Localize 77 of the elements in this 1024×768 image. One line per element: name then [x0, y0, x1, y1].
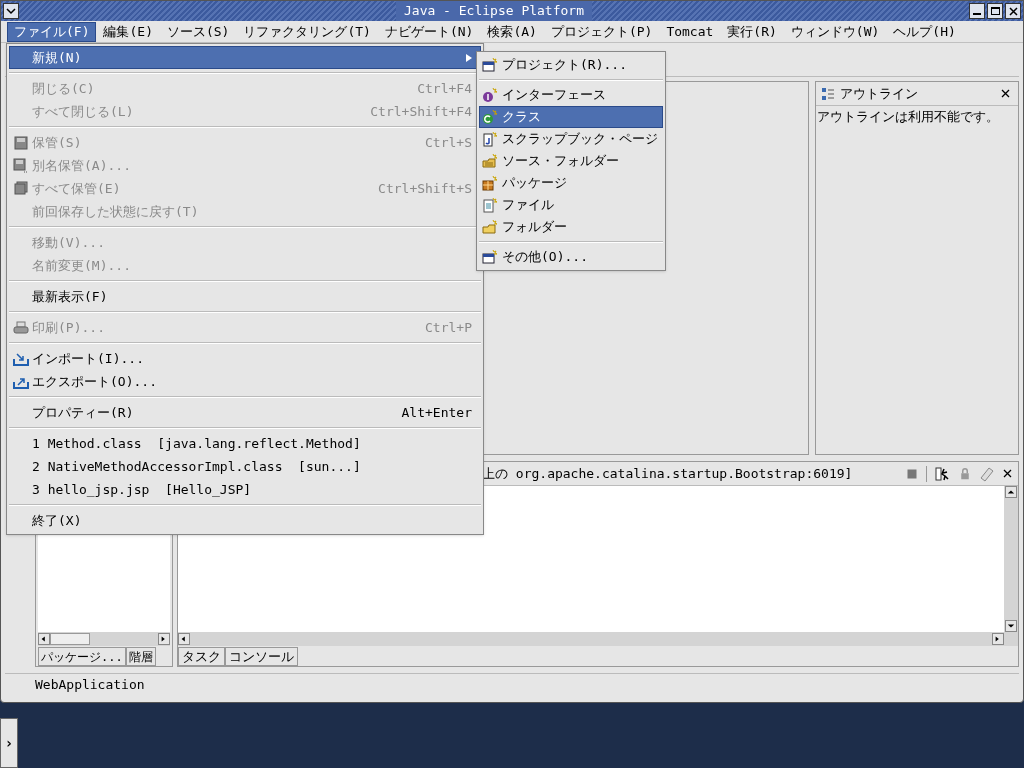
scroll-up-button[interactable]: [1005, 486, 1017, 498]
menu-item[interactable]: フォルダー: [479, 216, 663, 238]
menu-item[interactable]: プロパティー(R) Alt+Enter: [9, 401, 481, 424]
menu-item[interactable]: 最新表示(F): [9, 285, 481, 308]
view-tab[interactable]: パッケージ...: [38, 647, 126, 666]
window-title: Java - Eclipse Platform: [396, 1, 592, 21]
menu-item[interactable]: パッケージ: [479, 172, 663, 194]
file-icon: [482, 197, 498, 213]
menu-bar-item[interactable]: ナビゲート(N): [377, 21, 481, 42]
scroll-right-button[interactable]: [158, 633, 170, 645]
new-window-icon: [482, 249, 498, 265]
scroll-left-button[interactable]: [178, 633, 190, 645]
class-icon: [482, 109, 498, 125]
scroll-thumb[interactable]: [50, 633, 90, 645]
menu-item[interactable]: インポート(I)...: [9, 347, 481, 370]
scroll-right-button[interactable]: [992, 633, 1004, 645]
menu-bar-item[interactable]: プロジェクト(P): [543, 21, 660, 42]
menu-item[interactable]: ソース・フォルダー: [479, 150, 663, 172]
import-icon: [13, 350, 29, 367]
close-icon: [1008, 6, 1018, 16]
vertical-scrollbar[interactable]: [1004, 486, 1018, 632]
menu-item[interactable]: 終了(X): [9, 509, 481, 532]
scroll-down-button[interactable]: [1005, 620, 1017, 632]
menu-bar-item[interactable]: リファクタリング(T): [236, 21, 378, 42]
horizontal-scrollbar[interactable]: [38, 632, 170, 646]
menu-item[interactable]: クラス: [479, 106, 663, 128]
menu-item[interactable]: 新規(N): [9, 46, 481, 69]
runner-icon: [935, 465, 951, 482]
view-tab[interactable]: コンソール: [225, 647, 298, 666]
view-tab[interactable]: 階層: [125, 647, 156, 666]
maximize-button[interactable]: [987, 3, 1003, 19]
close-icon[interactable]: [1003, 469, 1012, 478]
menu-bar-item[interactable]: ヘルプ(H): [886, 21, 963, 42]
view-tab[interactable]: タスク: [178, 647, 225, 666]
eraser-icon: [979, 465, 995, 482]
menu-item[interactable]: インターフェース: [479, 84, 663, 106]
arrow-up-icon: [1007, 488, 1015, 496]
close-button[interactable]: [1005, 3, 1021, 19]
outline-message: アウトラインは利用不能です。: [816, 108, 1000, 126]
folder-icon: [482, 219, 498, 235]
menu-bar-item[interactable]: ファイル(F): [7, 21, 97, 42]
panel-title: アウトライン: [840, 84, 918, 103]
menu-bar-item[interactable]: 編集(E): [96, 21, 160, 42]
package-icon: [482, 175, 498, 191]
printer-icon: [13, 319, 29, 336]
lock-icon: [959, 466, 971, 481]
disk-icon: [13, 157, 29, 174]
caret-icon: [6, 7, 16, 15]
panel-toggle-button[interactable]: ›: [0, 718, 18, 768]
arrow-left-icon: [40, 635, 48, 643]
arrow-down-icon: [1007, 622, 1015, 630]
status-text: WebApplication: [34, 675, 145, 694]
outline-icon: [820, 85, 836, 102]
menu-bar-item[interactable]: ソース(S): [159, 21, 237, 42]
menu-item[interactable]: 1 Method.class [java.lang.reflect.Method]: [9, 432, 481, 455]
scroll-left-button[interactable]: [38, 633, 50, 645]
menu-item[interactable]: プロジェクト(R)...: [479, 54, 663, 76]
menu-item[interactable]: 2 NativeMethodAccessorImpl.class [sun...]: [9, 455, 481, 478]
menu-bar-item[interactable]: ウィンドウ(W): [783, 21, 887, 42]
new-window-icon: [482, 57, 498, 73]
menu-item[interactable]: その他(O)...: [479, 246, 663, 268]
menu-bar-item[interactable]: Tomcat: [659, 21, 721, 42]
minimize-button[interactable]: [969, 3, 985, 19]
menu-bar-item[interactable]: 検索(A): [480, 21, 544, 42]
menu-item[interactable]: ファイル: [479, 194, 663, 216]
window-menu-button[interactable]: [3, 3, 19, 19]
disks-icon: [13, 180, 29, 197]
horizontal-scrollbar[interactable]: [178, 632, 1018, 646]
stop-icon: [906, 467, 918, 480]
source-folder-icon: [482, 153, 498, 169]
menu-item[interactable]: エクスポート(O)...: [9, 370, 481, 393]
menu-item[interactable]: 3 hello_jsp.jsp [Hello_JSP]: [9, 478, 481, 501]
menu-bar-item[interactable]: 実行(R): [720, 21, 784, 42]
arrow-left-icon: [180, 635, 188, 643]
scrapbook-icon: [482, 131, 498, 147]
menu-item[interactable]: スクラップブック・ページ: [479, 128, 663, 150]
interface-icon: [482, 87, 498, 103]
